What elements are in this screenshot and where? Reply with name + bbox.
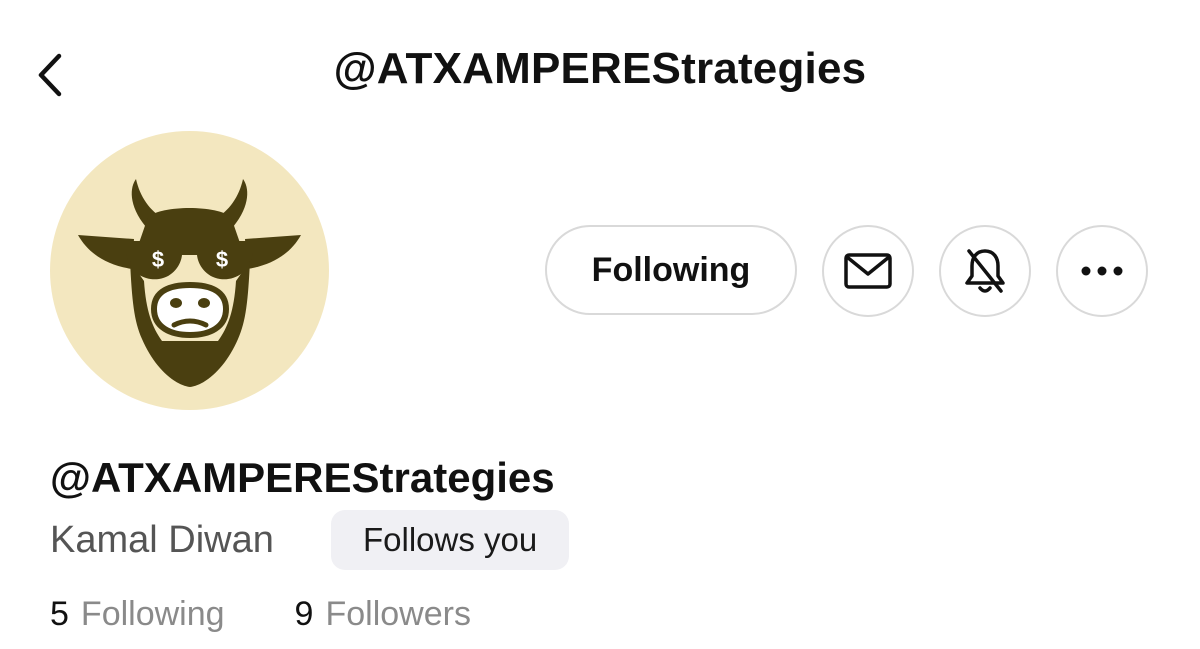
bell-off-icon: [965, 249, 1005, 293]
followers-label: Followers: [325, 595, 471, 633]
follows-you-badge: Follows you: [331, 510, 570, 570]
following-count: 5: [50, 595, 69, 633]
more-options-button[interactable]: [1056, 225, 1148, 317]
mail-icon: [844, 253, 892, 289]
display-name: Kamal Diwan: [50, 519, 274, 561]
notifications-button[interactable]: [939, 225, 1031, 317]
bull-sunglasses-avatar-icon: $ $: [78, 179, 301, 387]
page-title: @ATXAMPEREStrategies: [333, 44, 867, 93]
svg-text:$: $: [152, 247, 164, 272]
following-button[interactable]: Following: [545, 225, 797, 315]
profile-page: @ATXAMPEREStrategies $ $ Following @ATXA…: [0, 0, 1200, 649]
followers-count: 9: [294, 595, 314, 633]
svg-text:$: $: [216, 247, 228, 272]
message-button[interactable]: [822, 225, 914, 317]
profile-handle: @ATXAMPEREStrategies: [50, 454, 555, 501]
profile-stats: 5 Following 9 Followers: [50, 595, 471, 634]
following-label: Following: [80, 595, 225, 633]
avatar[interactable]: $ $: [50, 131, 329, 410]
following-stat[interactable]: 5 Following: [50, 595, 225, 634]
followers-stat[interactable]: 9 Followers: [295, 595, 471, 634]
more-horizontal-icon: [1081, 266, 1123, 276]
